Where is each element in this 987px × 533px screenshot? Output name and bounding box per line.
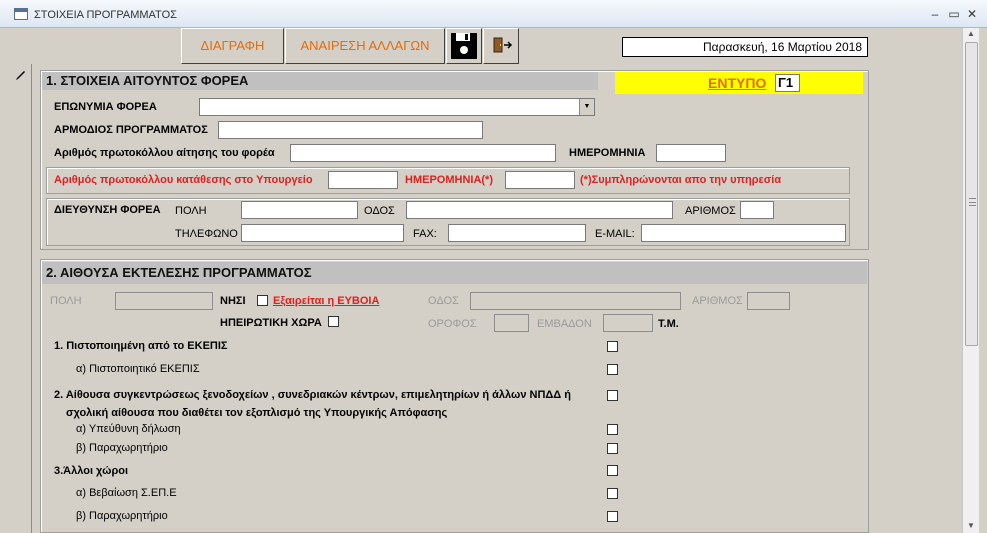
area-label: ΕΜΒΑΔΟΝ	[537, 318, 592, 330]
street-label: ΟΔΟΣ	[364, 205, 395, 217]
area-field[interactable]	[603, 314, 653, 332]
room-number-label: ΑΡΙΘΜΟΣ	[692, 295, 743, 307]
title-bar: ΣΤΟΙΧΕΙΑ ΠΡΟΓΡΑΜΜΑΤΟΣ – ▭ ✕	[0, 0, 987, 28]
form-code-field[interactable]: Γ1	[775, 74, 800, 92]
form-code-label: ΕΝΤΥΠΟ	[708, 75, 767, 91]
save-button[interactable]	[446, 28, 482, 64]
item3b-label: β) Παραχωρητήριο	[76, 510, 168, 522]
service-note: (*)Συμπληρώνονται απο την υπηρεσία	[580, 174, 782, 186]
street-field[interactable]	[406, 201, 673, 219]
sqm-label: Τ.Μ.	[658, 318, 679, 330]
city-label: ΠΟΛΗ	[175, 205, 207, 217]
number-field[interactable]	[740, 201, 774, 219]
scrollbar-thumb[interactable]	[965, 42, 978, 346]
floppy-disk-icon	[451, 33, 477, 59]
section2-title: 2. ΑΙΘΟΥΣΑ ΕΚΤΕΛΕΣΗΣ ΠΡΟΓΡΑΜΜΑΤΟΣ	[42, 262, 867, 284]
room-city-field[interactable]	[115, 292, 213, 310]
delete-button[interactable]: ΔΙΑΓΡΑΦΗ	[181, 28, 284, 64]
item2-label-line1: 2. Αίθουσα συγκεντρώσεως ξενοδοχείων , σ…	[54, 389, 571, 401]
island-checkbox[interactable]	[257, 295, 268, 306]
record-selector[interactable]	[8, 64, 32, 533]
euboea-note: Εξαιρείται η ΕΥΒΟΙΑ	[273, 295, 380, 307]
program-manager-label: ΑΡΜΟΔΙΟΣ ΠΡΟΓΡΑΜΜΑΤΟΣ	[54, 124, 208, 136]
ministry-protocol-field[interactable]	[328, 171, 398, 189]
island-label: ΝΗΣΙ	[220, 295, 246, 307]
form-window-icon	[14, 8, 28, 20]
address-label: ΔΙΕΥΘΥΝΣΗ ΦΟΡΕΑ	[54, 204, 161, 216]
protocol-field[interactable]	[290, 144, 556, 162]
scroll-up-icon[interactable]: ▲	[963, 28, 979, 40]
item2a-label: α) Υπεύθυνη δήλωση	[76, 423, 181, 435]
date-field[interactable]	[656, 144, 726, 162]
org-name-combo[interactable]: ▼	[199, 98, 595, 116]
city-field[interactable]	[241, 201, 358, 219]
item2-checkbox[interactable]	[607, 390, 618, 401]
email-field[interactable]	[641, 224, 846, 242]
room-city-label: ΠΟΛΗ	[50, 295, 82, 307]
org-name-label: ΕΠΩΝΥΜΙΑ ΦΟΡΕΑ	[54, 101, 157, 113]
phone-label: ΤΗΛΕΦΩΝΟ	[175, 228, 238, 240]
number-label: ΑΡΙΘΜΟΣ	[685, 205, 736, 217]
vertical-scrollbar[interactable]: ▲ ▼	[962, 28, 979, 533]
fax-label: FAX:	[413, 228, 437, 240]
ministry-protocol-label: Αριθμός πρωτοκόλλου κατάθεσης στο Υπουργ…	[54, 174, 313, 186]
section1-title: 1. ΣΤΟΙΧΕΙΑ ΑΙΤΟΥΝΤΟΣ ΦΟΡΕΑ	[42, 72, 598, 90]
undo-changes-button[interactable]: ΑΝΑΙΡΕΣΗ ΑΛΛΑΓΩΝ	[285, 28, 445, 64]
grip-icon	[969, 198, 976, 206]
pencil-edit-icon	[16, 71, 25, 80]
ministry-date-label: ΗΜΕΡΟΜΗΝΙΑ(*)	[405, 174, 493, 186]
item2b-label: β) Παραχωρητήριο	[76, 442, 168, 454]
maximize-button[interactable]: ▭	[946, 6, 962, 22]
room-street-field[interactable]	[470, 292, 681, 310]
fax-field[interactable]	[448, 224, 586, 242]
exit-button[interactable]	[483, 28, 519, 64]
item3a-label: α) Βεβαίωση Σ.ΕΠ.Ε	[76, 487, 177, 499]
item2a-checkbox[interactable]	[607, 424, 618, 435]
dropdown-arrow-icon[interactable]: ▼	[579, 99, 594, 115]
protocol-label: Αριθμός πρωτοκόλλου αίτησης του φορέα	[54, 147, 275, 159]
close-button[interactable]: ✕	[964, 6, 980, 22]
item3-checkbox[interactable]	[607, 465, 618, 476]
item1a-checkbox[interactable]	[607, 364, 618, 375]
program-manager-field[interactable]	[218, 121, 483, 139]
floor-label: ΟΡΟΦΟΣ	[428, 318, 477, 330]
item1a-label: α) Πιστοποιητικό ΕΚΕΠΙΣ	[76, 363, 200, 375]
item3a-checkbox[interactable]	[607, 488, 618, 499]
item3-label: 3.Άλλοι χώροι	[54, 465, 129, 477]
mainland-label: ΗΠΕΙΡΩΤΙΚΗ ΧΩΡΑ	[220, 317, 322, 329]
room-street-label: ΟΔΟΣ	[428, 295, 459, 307]
email-label: E-MAIL:	[595, 228, 635, 240]
item2b-checkbox[interactable]	[607, 443, 618, 454]
item1-label: 1. Πιστοποιημένη από το ΕΚΕΠΙΣ	[54, 340, 228, 352]
scroll-down-icon[interactable]: ▼	[963, 520, 979, 532]
window-title: ΣΤΟΙΧΕΙΑ ΠΡΟΓΡΑΜΜΑΤΟΣ	[34, 9, 177, 21]
minimize-button[interactable]: –	[927, 6, 943, 22]
item2-label-line2: σχολική αίθουσα που διαθέτει τον εξοπλισ…	[66, 407, 448, 419]
item3b-checkbox[interactable]	[607, 511, 618, 522]
mainland-checkbox[interactable]	[328, 316, 339, 327]
room-number-field[interactable]	[747, 292, 790, 310]
floor-field[interactable]	[494, 314, 529, 332]
door-exit-icon	[493, 37, 513, 53]
date-label: ΗΜΕΡΟΜΗΝΙΑ	[569, 147, 646, 159]
current-date: Παρασκευή, 16 Μαρτίου 2018	[622, 37, 868, 57]
item1-checkbox[interactable]	[607, 341, 618, 352]
phone-field[interactable]	[241, 224, 404, 242]
ministry-date-field[interactable]	[505, 171, 575, 189]
